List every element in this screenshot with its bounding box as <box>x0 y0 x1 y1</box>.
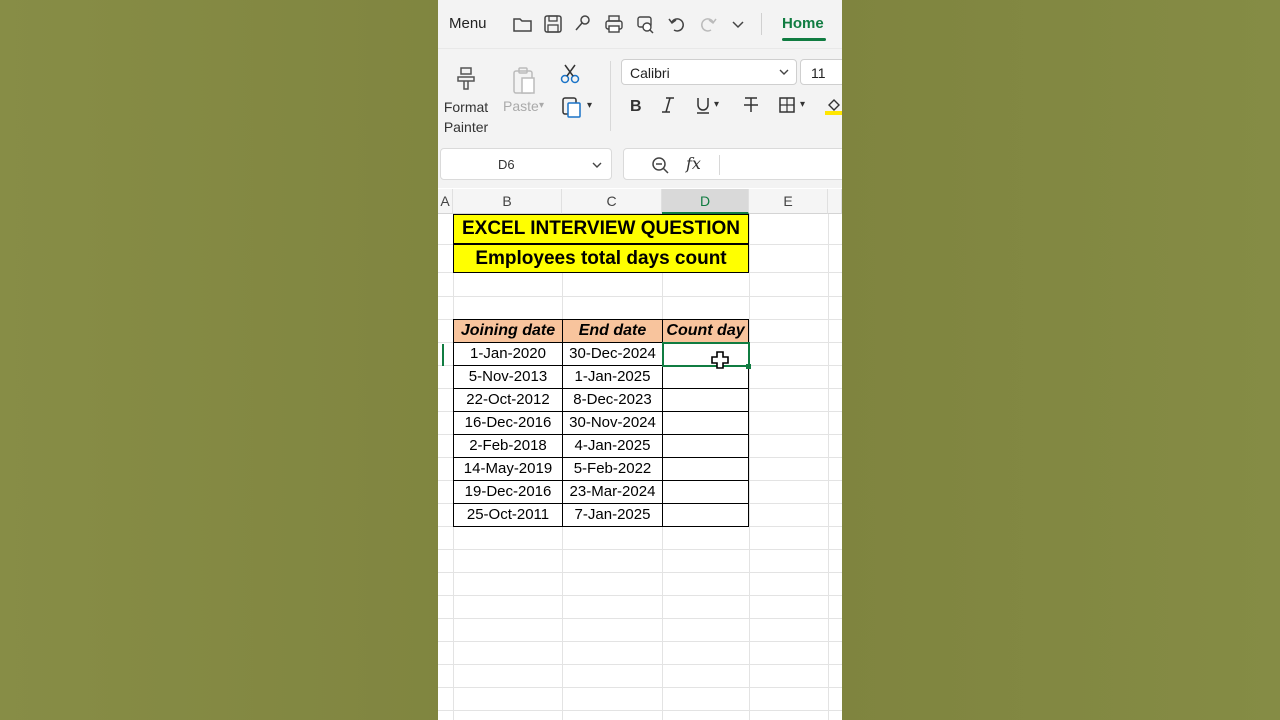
gridline <box>438 549 842 550</box>
count-day-cell[interactable] <box>662 434 749 458</box>
column-header-c[interactable]: C <box>562 189 662 214</box>
gridline <box>749 214 750 720</box>
joining-date-cell[interactable]: 2-Feb-2018 <box>453 434 563 458</box>
joining-date-cell[interactable]: 16-Dec-2016 <box>453 411 563 435</box>
joining-date-cell[interactable]: 14-May-2019 <box>453 457 563 481</box>
font-size-value: 11 <box>811 65 826 81</box>
end-date-cell[interactable]: 5-Feb-2022 <box>562 457 663 481</box>
underline-icon[interactable] <box>693 95 713 117</box>
count-day-cell[interactable] <box>662 365 749 389</box>
copy-icon[interactable] <box>560 95 584 119</box>
chevron-down-icon <box>592 162 602 168</box>
paste-caret-icon[interactable]: ▾ <box>539 100 544 111</box>
fx-icon[interactable]: fx <box>686 154 701 173</box>
count-day-cell[interactable] <box>662 388 749 412</box>
header-end-date[interactable]: End date <box>562 319 663 343</box>
name-box[interactable]: D6 <box>440 148 612 180</box>
count-day-cell[interactable] <box>662 503 749 527</box>
spreadsheet-app: Menu Home Format Painter Paste ▾ ▾ Calib… <box>438 0 842 720</box>
end-date-cell[interactable]: 23-Mar-2024 <box>562 480 663 504</box>
chevron-down-icon <box>779 69 789 75</box>
sheet-title[interactable]: EXCEL INTERVIEW QUESTION <box>453 214 749 244</box>
gridline <box>438 572 842 573</box>
end-date-cell[interactable]: 8-Dec-2023 <box>562 388 663 412</box>
count-day-cell[interactable] <box>662 411 749 435</box>
gridline <box>438 641 842 642</box>
gridline <box>438 687 842 688</box>
column-header-b[interactable]: B <box>453 189 562 214</box>
gridline <box>828 214 829 720</box>
paste-icon[interactable] <box>510 66 538 96</box>
column-header-d[interactable]: D <box>662 189 749 214</box>
print-preview-icon[interactable] <box>634 13 656 35</box>
header-joining-date[interactable]: Joining date <box>453 319 563 343</box>
borders-icon[interactable] <box>777 95 797 117</box>
tab-home[interactable]: Home <box>782 15 824 32</box>
end-date-cell[interactable]: 7-Jan-2025 <box>562 503 663 527</box>
svg-text:B: B <box>630 98 642 115</box>
active-row-indicator <box>442 344 444 366</box>
formula-bar: D6 fx <box>438 140 842 188</box>
sheet-grid[interactable]: EXCEL INTERVIEW QUESTION Employees total… <box>438 214 842 720</box>
column-header-e[interactable]: E <box>749 189 828 214</box>
joining-date-cell[interactable]: 5-Nov-2013 <box>453 365 563 389</box>
header-count-day[interactable]: Count day <box>662 319 749 343</box>
joining-date-cell[interactable]: 19-Dec-2016 <box>453 480 563 504</box>
end-date-cell[interactable]: 4-Jan-2025 <box>562 434 663 458</box>
count-day-cell[interactable] <box>662 480 749 504</box>
italic-icon[interactable] <box>658 95 678 117</box>
formula-input-area: fx <box>623 148 842 180</box>
save-icon[interactable] <box>542 13 564 35</box>
sheet-subtitle[interactable]: Employees total days count <box>453 244 749 273</box>
copy-caret-icon[interactable]: ▾ <box>587 100 592 111</box>
joining-date-cell[interactable]: 1-Jan-2020 <box>453 342 563 366</box>
end-date-cell[interactable]: 30-Nov-2024 <box>562 411 663 435</box>
font-name-value: Calibri <box>630 65 670 81</box>
bold-icon[interactable]: B <box>626 95 646 117</box>
joining-date-cell[interactable]: 22-Oct-2012 <box>453 388 563 412</box>
ribbon-divider <box>610 61 611 131</box>
count-day-cell[interactable] <box>662 457 749 481</box>
formula-divider <box>719 155 720 175</box>
strikethrough-icon[interactable] <box>741 95 761 117</box>
column-header-f[interactable] <box>828 189 842 214</box>
open-folder-icon[interactable] <box>512 13 534 35</box>
gridline <box>438 710 842 711</box>
borders-caret-icon[interactable]: ▾ <box>800 99 805 121</box>
tab-home-indicator <box>782 38 826 41</box>
joining-date-cell[interactable]: 25-Oct-2011 <box>453 503 563 527</box>
gridline <box>438 595 842 596</box>
fill-handle[interactable] <box>746 364 751 369</box>
format-painter-label[interactable]: Format Painter <box>441 97 491 137</box>
format-painter-label-line1: Format <box>443 99 489 115</box>
paste-button[interactable]: Paste <box>503 98 539 114</box>
toolbar-divider <box>761 13 762 35</box>
column-header-a[interactable]: A <box>438 189 453 214</box>
font-name-select[interactable]: Calibri <box>621 59 797 85</box>
font-size-select[interactable]: 11 <box>800 59 842 85</box>
active-cell-selection[interactable] <box>662 342 750 367</box>
end-date-cell[interactable]: 1-Jan-2025 <box>562 365 663 389</box>
top-menu-bar: Menu Home <box>438 0 842 48</box>
format-brush-icon[interactable] <box>572 13 594 35</box>
redo-icon[interactable] <box>697 13 719 35</box>
gridline <box>438 618 842 619</box>
undo-icon[interactable] <box>666 13 688 35</box>
gridline <box>438 296 842 297</box>
menu-button[interactable]: Menu <box>449 15 487 32</box>
chevron-down-icon[interactable] <box>727 13 749 35</box>
format-painter-icon[interactable] <box>452 64 480 92</box>
fill-color-icon[interactable] <box>824 95 842 117</box>
zoom-out-icon[interactable] <box>650 155 670 175</box>
format-painter-label-line2: Painter <box>443 119 489 135</box>
underline-caret-icon[interactable]: ▾ <box>714 99 719 121</box>
end-date-cell[interactable]: 30-Dec-2024 <box>562 342 663 366</box>
cell-cursor-icon <box>711 351 729 369</box>
print-icon[interactable] <box>603 13 625 35</box>
ribbon: Format Painter Paste ▾ ▾ Calibri 11 B ▾ … <box>438 48 842 141</box>
name-box-value: D6 <box>498 157 515 172</box>
cut-scissors-icon[interactable] <box>559 63 581 85</box>
gridline <box>438 664 842 665</box>
